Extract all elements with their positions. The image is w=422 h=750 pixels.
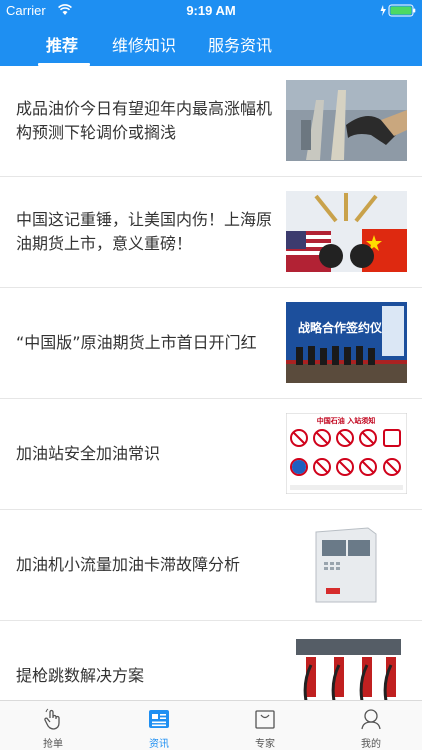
article-title: 加油站安全加油常识 [16,444,161,463]
article-item[interactable]: 加油机小流量加油卡滞故障分析 [0,510,422,621]
bottom-tab-label: 抢单 [43,739,63,750]
news-icon [149,710,169,728]
fuel-nozzle-photo [286,80,407,161]
bag-icon [255,710,275,729]
tab-recommended[interactable]: 推荐 [46,32,78,56]
article-title: 提枪跳数解决方案 [16,666,145,685]
article-item[interactable]: “中国版”原油期货上市首日开门红 战略合作签约仪式 [0,288,422,399]
bottom-tab-label: 资讯 [149,739,169,750]
svg-text:中国石油 入站须知: 中国石油 入站须知 [317,416,375,425]
bottom-tab-news[interactable]: 资讯 [106,701,212,750]
bottom-tab-grab-order[interactable]: 抢单 [0,701,106,750]
tab-service-news[interactable]: 服务资讯 [208,32,272,56]
article-item[interactable]: 成品油价今日有望迎年内最高涨幅机构预测下轮调价或搁浅 [0,66,422,177]
article-title: 中国这记重锤，让美国内伤！上海原油期货上市，意义重磅！ [16,210,273,253]
clock: 9:19 AM [186,3,236,18]
tab-repair-knowledge[interactable]: 维修知识 [112,32,176,56]
safety-notice-sign: 中国石油 入站须知 [286,413,407,494]
svg-text:战略合作签约仪式: 战略合作签约仪式 [298,320,394,335]
signing-ceremony-photo: 战略合作签约仪式 [286,302,407,383]
pump-nozzles-photo [286,635,407,700]
user-icon [361,709,381,730]
article-title: “中国版”原油期货上市首日开门红 [16,333,257,352]
article-title: 加油机小流量加油卡滞故障分析 [16,555,241,574]
bottom-tab-label: 专家 [255,739,275,750]
battery-icon [380,4,416,17]
fuel-dispenser-photo [286,524,407,605]
bottom-tab-mine[interactable]: 我的 [318,701,422,750]
article-item[interactable]: 提枪跳数解决方案 [0,621,422,700]
article-title: 成品油价今日有望迎年内最高涨幅机构预测下轮调价或搁浅 [16,99,273,142]
us-china-flags-photo [286,191,407,272]
bottom-tab-bar: 抢单 资讯 专家 我的 [0,700,422,750]
status-bar: Carrier 9:19 AM [0,0,422,22]
app-header: Carrier 9:19 AM 推荐 维修知识 服务资讯 [0,0,422,66]
bottom-tab-label: 我的 [361,739,381,750]
article-item[interactable]: 中国这记重锤，让美国内伤！上海原油期货上市，意义重磅！ [0,177,422,288]
hand-tap-icon [44,708,60,730]
article-item[interactable]: 加油站安全加油常识 中国石油 入站须知 [0,399,422,510]
category-tabs: 推荐 维修知识 服务资讯 [0,24,422,66]
bottom-tab-experts[interactable]: 专家 [212,701,318,750]
